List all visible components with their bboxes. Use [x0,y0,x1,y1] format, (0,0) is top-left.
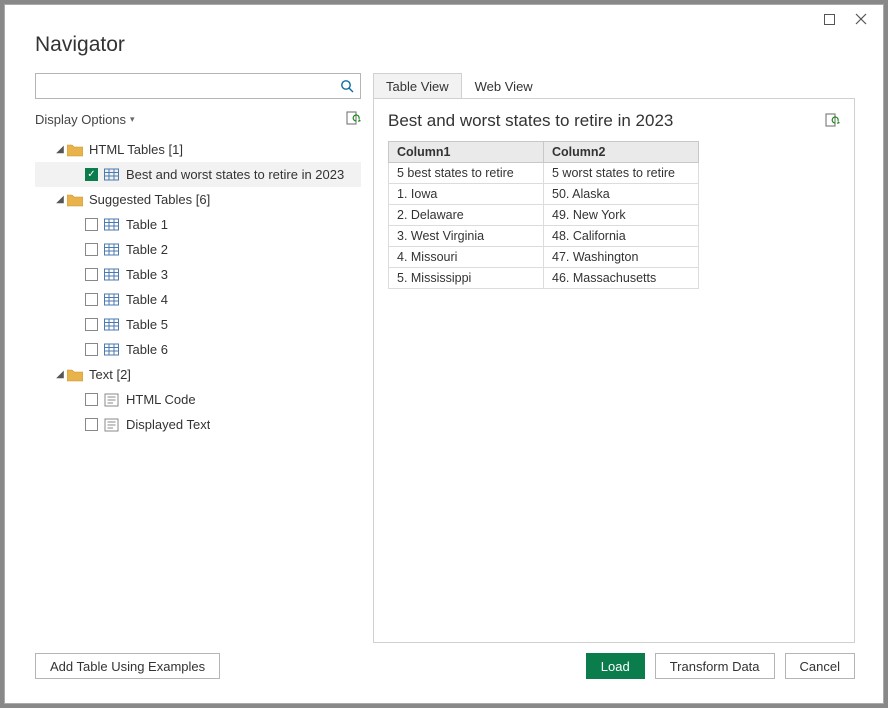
item-label: Table 3 [126,267,168,282]
tree-item[interactable]: ·Table 1 [35,212,361,237]
item-label: HTML Code [126,392,196,407]
expand-icon[interactable]: ◢ [53,144,67,155]
item-label: Table 6 [126,342,168,357]
tree-group[interactable]: ◢ Text [2] [35,362,361,387]
tree-item[interactable]: ·Table 6 [35,337,361,362]
group-label: Text [2] [89,367,131,382]
table-cell: 47. Washington [544,247,699,268]
checkbox[interactable] [85,393,98,406]
window-controls [807,5,883,37]
display-options-dropdown[interactable]: Display Options ▾ [35,112,135,127]
table-cell: 48. California [544,226,699,247]
tree-item[interactable]: ·Table 5 [35,312,361,337]
group-label: Suggested Tables [6] [89,192,210,207]
search-input[interactable] [42,75,340,97]
column-header[interactable]: Column2 [544,142,699,163]
table-cell: 3. West Virginia [389,226,544,247]
right-panel: Table View Web View Best and worst state… [373,73,855,643]
view-tabs: Table View Web View [373,73,855,99]
tree-group[interactable]: ◢ Suggested Tables [6] [35,187,361,212]
expand-icon[interactable]: ◢ [53,369,67,380]
table-row[interactable]: 5 best states to retire5 worst states to… [389,163,699,184]
table-cell: 4. Missouri [389,247,544,268]
checkbox[interactable] [85,343,98,356]
tree-item[interactable]: ·Table 2 [35,237,361,262]
preview-table: Column1Column2 5 best states to retire5 … [388,141,699,289]
item-label: Table 5 [126,317,168,332]
checkbox[interactable] [85,243,98,256]
table-row[interactable]: 4. Missouri47. Washington [389,247,699,268]
table-cell: 2. Delaware [389,205,544,226]
item-label: Table 2 [126,242,168,257]
tree-item[interactable]: ·Displayed Text [35,412,361,437]
preview-pane: Best and worst states to retire in 2023 … [373,99,855,643]
column-header[interactable]: Column1 [389,142,544,163]
checkbox[interactable]: ✓ [85,168,98,181]
table-cell: 5. Mississippi [389,268,544,289]
dialog-title: Navigator [35,33,125,57]
item-label: Best and worst states to retire in 2023 [126,167,344,182]
add-table-examples-button[interactable]: Add Table Using Examples [35,653,220,679]
transform-data-button[interactable]: Transform Data [655,653,775,679]
item-label: Displayed Text [126,417,210,432]
cancel-button[interactable]: Cancel [785,653,855,679]
search-icon[interactable] [340,79,354,93]
tree-group[interactable]: ◢ HTML Tables [1] [35,137,361,162]
display-options-label: Display Options [35,112,126,127]
table-cell: 5 worst states to retire [544,163,699,184]
checkbox[interactable] [85,218,98,231]
table-cell: 50. Alaska [544,184,699,205]
load-button[interactable]: Load [586,653,645,679]
tree-item[interactable]: ·HTML Code [35,387,361,412]
table-row[interactable]: 2. Delaware49. New York [389,205,699,226]
table-cell: 46. Massachusetts [544,268,699,289]
chevron-down-icon: ▾ [130,114,135,125]
refresh-icon[interactable] [345,111,361,127]
close-button[interactable] [847,9,875,29]
table-row[interactable]: 3. West Virginia48. California [389,226,699,247]
table-cell: 1. Iowa [389,184,544,205]
item-label: Table 1 [126,217,168,232]
tree-item[interactable]: ·Table 4 [35,287,361,312]
preview-title: Best and worst states to retire in 2023 [388,111,673,131]
maximize-button[interactable] [815,9,843,29]
tree-item[interactable]: ·Table 3 [35,262,361,287]
tab-table-view[interactable]: Table View [373,73,462,98]
table-cell: 49. New York [544,205,699,226]
checkbox[interactable] [85,418,98,431]
tab-web-view[interactable]: Web View [462,73,546,98]
navigator-window: Navigator Display Options ▾ ◢ HTML Tables… [4,4,884,704]
checkbox[interactable] [85,268,98,281]
refresh-preview-icon[interactable] [824,113,840,129]
navigator-tree[interactable]: ◢ HTML Tables [1] ·✓Best and worst states … [35,137,361,437]
checkbox[interactable] [85,293,98,306]
group-label: HTML Tables [1] [89,142,183,157]
table-row[interactable]: 1. Iowa50. Alaska [389,184,699,205]
table-row[interactable]: 5. Mississippi46. Massachusetts [389,268,699,289]
table-cell: 5 best states to retire [389,163,544,184]
dialog-footer: Add Table Using Examples Load Transform … [35,651,855,681]
tree-item[interactable]: ·✓Best and worst states to retire in 202… [35,162,361,187]
expand-icon[interactable]: ◢ [53,194,67,205]
left-panel: Display Options ▾ ◢ HTML Tables [1] ·✓Best… [35,73,361,643]
item-label: Table 4 [126,292,168,307]
checkbox[interactable] [85,318,98,331]
search-box[interactable] [35,73,361,99]
